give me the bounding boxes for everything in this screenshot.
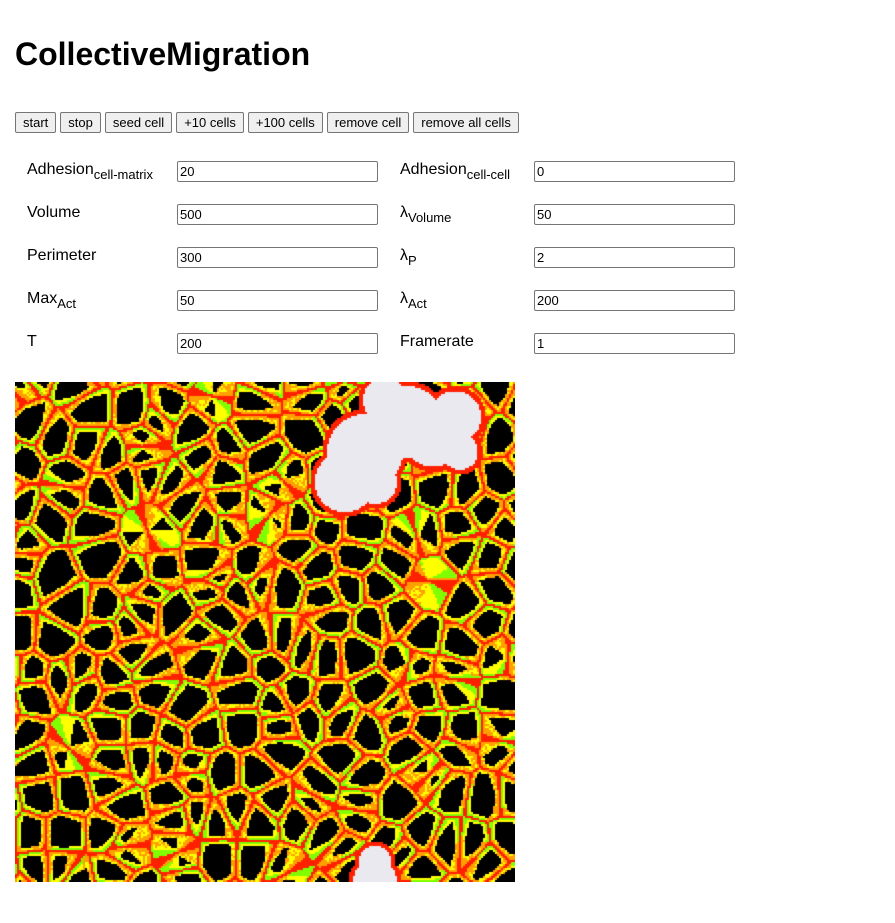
- remove-all-cells-button[interactable]: remove all cells: [413, 112, 519, 133]
- seed-cell-button[interactable]: seed cell: [104, 112, 173, 133]
- lambda-act-label-base: λ: [400, 290, 408, 307]
- adhesion-cell-cell-label-sub: cell-cell: [466, 167, 511, 182]
- framerate-label: Framerate: [400, 333, 474, 350]
- lambda-act-label: λAct: [400, 289, 427, 311]
- lambda-act-input[interactable]: [534, 290, 735, 311]
- max-act-label-sub: Act: [57, 296, 77, 311]
- adhesion-cell-cell-label: Adhesioncell-cell: [400, 160, 511, 182]
- adhesion-cell-matrix-label-sub: cell-matrix: [93, 167, 153, 182]
- lambda-act-label-sub: Act: [408, 296, 427, 311]
- lambda-p-input[interactable]: [534, 247, 735, 268]
- add-100-cells-button[interactable]: +100 cells: [247, 112, 323, 133]
- add-10-cells-button[interactable]: +10 cells: [176, 112, 244, 133]
- lambda-volume-input[interactable]: [534, 204, 735, 225]
- volume-input[interactable]: [177, 204, 378, 225]
- lambda-p-label: λP: [400, 246, 417, 268]
- remove-cell-button[interactable]: remove cell: [326, 112, 410, 133]
- volume-label: Volume: [27, 204, 81, 221]
- control-toolbar: start stop seed cell +10 cells +100 cell…: [15, 112, 519, 133]
- perimeter-label: Perimeter: [27, 247, 97, 264]
- adhesion-cell-cell-label-base: Adhesion: [400, 161, 467, 178]
- max-act-input[interactable]: [177, 290, 378, 311]
- adhesion-cell-matrix-label: Adhesioncell-matrix: [27, 160, 153, 182]
- adhesion-cell-matrix-label-base: Adhesion: [27, 161, 94, 178]
- lambda-volume-label-base: λ: [400, 204, 408, 221]
- lambda-volume-label-sub: Volume: [408, 210, 452, 225]
- lambda-p-label-base: λ: [400, 247, 408, 264]
- simulation-canvas[interactable]: [15, 382, 515, 882]
- max-act-label-base: Max: [27, 290, 58, 307]
- perimeter-input[interactable]: [177, 247, 378, 268]
- stop-button[interactable]: stop: [60, 112, 101, 133]
- temperature-label: T: [27, 333, 37, 350]
- adhesion-cell-matrix-input[interactable]: [177, 161, 378, 182]
- lambda-p-label-sub: P: [408, 253, 417, 268]
- adhesion-cell-cell-input[interactable]: [534, 161, 735, 182]
- lambda-volume-label: λVolume: [400, 203, 452, 225]
- start-button[interactable]: start: [15, 112, 57, 133]
- max-act-label: MaxAct: [27, 289, 77, 311]
- temperature-input[interactable]: [177, 333, 378, 354]
- page-title: CollectiveMigration: [15, 36, 311, 72]
- framerate-input[interactable]: [534, 333, 735, 354]
